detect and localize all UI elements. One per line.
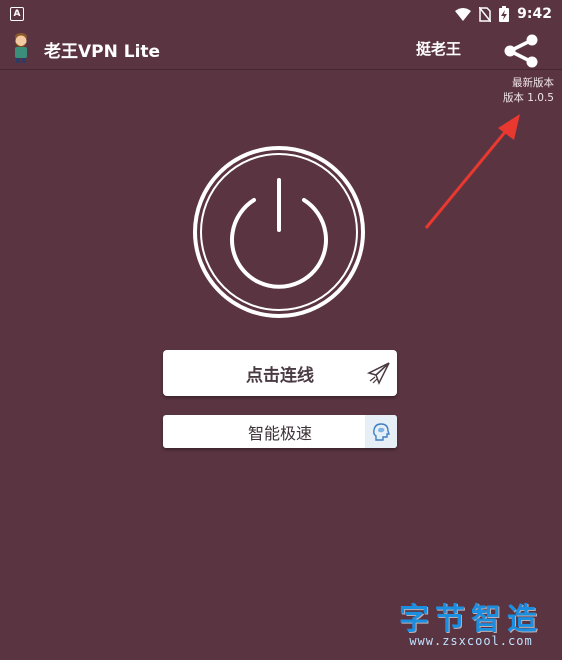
status-bar: A 9:42 <box>0 0 562 28</box>
watermark-title: 字节智造 <box>399 602 543 637</box>
connect-button[interactable]: 点击连线 <box>163 350 397 396</box>
smart-speed-label: 智能极速 <box>247 423 312 443</box>
notification-icon: A <box>10 7 24 21</box>
app-bar: 老王VPN Lite 挺老王 <box>0 28 562 70</box>
share-icon[interactable] <box>502 34 540 68</box>
watermark-url: www.zsxcool.com <box>409 634 533 648</box>
version-latest-label: 最新版本 <box>512 77 554 89</box>
paper-plane-icon <box>367 362 390 385</box>
smart-speed-icon-box <box>365 415 397 448</box>
version-note: 最新版本 版本 1.0.5 <box>503 76 554 106</box>
battery-charging-icon <box>499 6 510 22</box>
version-number: 版本 1.0.5 <box>502 92 554 104</box>
annotation-arrow <box>424 114 520 229</box>
connect-button-label: 点击连线 <box>246 365 314 386</box>
support-button[interactable]: 挺老王 <box>416 38 461 59</box>
brain-head-icon <box>373 422 390 441</box>
watermark: 字节智造 www.zsxcool.com <box>386 594 556 656</box>
app-title: 老王VPN Lite <box>44 42 161 62</box>
no-sim-icon <box>479 6 492 22</box>
power-button[interactable] <box>193 146 365 318</box>
smart-speed-button[interactable]: 智能极速 <box>163 415 397 448</box>
character-avatar-icon <box>15 33 27 63</box>
wifi-icon <box>455 7 472 21</box>
status-left: A <box>10 7 24 21</box>
status-right: 9:42 <box>455 6 552 22</box>
status-time: 9:42 <box>517 6 552 22</box>
power-icon <box>230 178 328 289</box>
